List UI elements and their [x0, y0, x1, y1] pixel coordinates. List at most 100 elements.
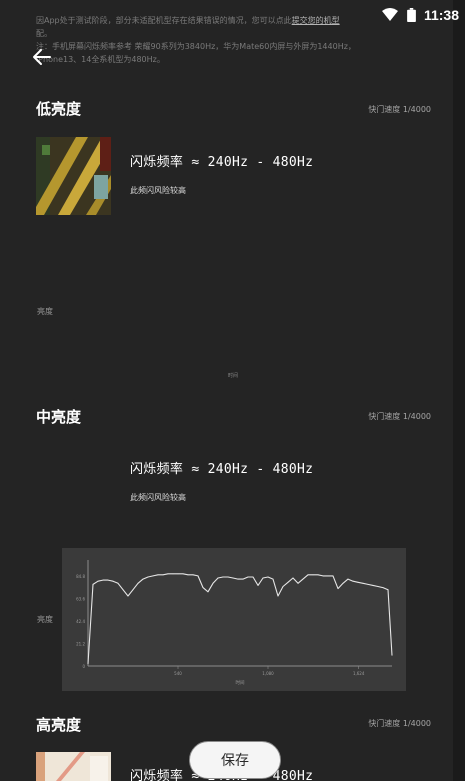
- chart-y-tick-label: 0: [82, 664, 85, 669]
- chart-data-point: [142, 578, 144, 580]
- chart-data-point: [387, 589, 389, 591]
- chart-data-point: [147, 576, 149, 578]
- brightness-waveform-svg: 0 21.2 42.4 63.6 84.8 540 1,080 1,624 时间: [76, 560, 393, 686]
- chart-data-point: [192, 574, 194, 576]
- chart-data-point: [187, 574, 189, 576]
- chart-data-point: [367, 584, 369, 585]
- chart-data-point: [242, 578, 244, 580]
- low-brightness-photo: [36, 137, 111, 215]
- mid-shutter-speed: 快门速度 1/4000: [368, 412, 431, 421]
- chart-data-point: [292, 577, 294, 579]
- chart-data-point: [267, 576, 269, 578]
- save-button[interactable]: 保存: [189, 741, 281, 779]
- chart-data-point: [112, 580, 114, 582]
- chart-data-point: [312, 574, 314, 576]
- chart-data-point: [172, 573, 174, 575]
- chart-data-point: [262, 577, 264, 579]
- chart-data-point: [327, 575, 329, 577]
- low-y-axis-tag: 亮度: [37, 307, 53, 316]
- chart-data-point: [167, 573, 169, 575]
- chart-data-point: [287, 581, 289, 583]
- status-time: 11:38: [423, 7, 459, 23]
- battery-icon: [407, 8, 416, 22]
- mid-risk-note: 此频闪风险较高: [130, 493, 186, 502]
- chart-data-point: [122, 589, 124, 591]
- chart-data-point: [342, 582, 344, 584]
- chart-data-point: [207, 591, 209, 593]
- chart-data-point: [107, 579, 109, 581]
- chart-data-point: [317, 574, 319, 576]
- chart-data-point: [257, 585, 259, 586]
- intro-line2: 注：手机屏幕闪烁频率参考 荣耀90系列为3840Hz，华为Mate60内屏与外屏…: [36, 42, 356, 51]
- high-brightness-photo-image: [36, 752, 111, 781]
- chart-data-point: [377, 586, 379, 587]
- chart-data-point: [332, 575, 334, 577]
- low-flicker-frequency: 闪烁频率 ≈ 240Hz - 480Hz: [130, 155, 314, 170]
- chart-x-tick-label: 1,080: [262, 671, 274, 676]
- chart-data-point: [132, 589, 134, 591]
- chart-data-point: [307, 574, 309, 576]
- chart-data-point: [97, 580, 99, 582]
- chart-data-point: [212, 582, 214, 584]
- chart-data-point: [217, 577, 219, 579]
- chart-data-point: [272, 578, 274, 580]
- chart-x-axis-label: 时间: [236, 679, 245, 686]
- chart-data-point: [227, 576, 229, 578]
- chart-data-point: [127, 595, 129, 597]
- chart-data-point: [197, 575, 199, 577]
- chart-data-point: [297, 582, 299, 584]
- low-brightness-title: 低亮度: [36, 100, 82, 118]
- chart-x-tick-label: 540: [174, 671, 182, 676]
- chart-data-point: [202, 587, 204, 588]
- chart-data-point: [252, 576, 254, 578]
- chart-x-tick-label: 1,624: [353, 671, 365, 676]
- chart-y-tick-label: 63.6: [76, 596, 85, 601]
- chart-data-point: [102, 579, 104, 581]
- chart-data-point: [177, 573, 179, 575]
- mid-flicker-frequency: 闪烁频率 ≈ 240Hz - 480Hz: [130, 462, 314, 477]
- wifi-icon: [381, 8, 398, 21]
- chart-data-point: [347, 578, 349, 580]
- status-bar: 11:38: [0, 0, 465, 30]
- chart-y-tick-label: 84.8: [76, 574, 85, 579]
- low-shutter-speed: 快门速度 1/4000: [368, 105, 431, 114]
- chart-data-point: [92, 584, 94, 585]
- chart-data-point: [372, 585, 374, 586]
- low-brightness-photo-image: [36, 137, 111, 215]
- chart-data-point: [391, 655, 393, 656]
- chart-data-point: [322, 575, 324, 577]
- chart-data-point: [157, 574, 159, 576]
- chart-data-point: [382, 587, 384, 588]
- back-arrow-icon[interactable]: [30, 45, 54, 69]
- chart-y-tick-label: 21.2: [76, 641, 85, 646]
- mid-y-axis-tag: 亮度: [37, 615, 53, 624]
- chart-data-point: [137, 582, 139, 584]
- right-edge-shadow: [453, 0, 465, 781]
- chart-data-point: [152, 575, 154, 577]
- chart-data-point: [182, 573, 184, 575]
- chart-data-point: [352, 580, 354, 582]
- high-brightness-title: 高亮度: [36, 716, 82, 734]
- low-x-axis-tag: 时间: [228, 373, 239, 379]
- chart-data-point: [87, 663, 89, 665]
- chart-data-point: [237, 578, 239, 580]
- chart-data-point: [232, 577, 234, 579]
- chart-data-point: [282, 586, 284, 587]
- chart-data-point: [337, 588, 339, 589]
- brightness-waveform-chart: 0 21.2 42.4 63.6 84.8 540 1,080 1,624 时间: [62, 548, 406, 691]
- chart-data-point: [247, 576, 249, 578]
- low-risk-note: 此频闪风险较高: [130, 186, 186, 195]
- chart-data-point: [222, 576, 224, 578]
- chart-data-point: [162, 574, 164, 576]
- chart-data-point: [357, 581, 359, 583]
- intro-line3: iPhone13、14全系机型为480Hz。: [36, 55, 165, 64]
- mid-brightness-title: 中亮度: [36, 408, 82, 426]
- high-shutter-speed: 快门速度 1/4000: [368, 719, 431, 728]
- high-brightness-photo: [36, 752, 111, 781]
- chart-y-tick-label: 42.4: [76, 619, 85, 624]
- chart-data-point: [362, 582, 364, 584]
- chart-series-line: [87, 573, 393, 664]
- chart-data-point: [277, 595, 279, 597]
- chart-data-point: [117, 582, 119, 584]
- chart-data-point: [302, 578, 304, 580]
